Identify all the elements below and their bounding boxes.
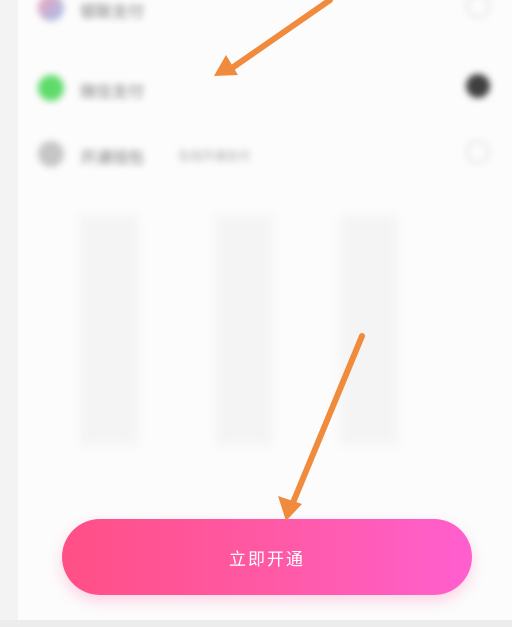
payment-option-unionpay[interactable]: 银联支付 [18,0,512,50]
payment-option-wechat[interactable]: 微信支付 [18,62,512,112]
open-now-button[interactable]: 立即开通 [62,519,472,595]
unionpay-icon [38,0,64,21]
blurred-block [80,215,138,445]
open-now-button-label: 立即开通 [229,549,305,570]
payment-option-sublabel: 在线开通支付 [178,149,251,163]
blurred-content-area [40,215,480,465]
payment-option-label: 银联支付 [80,2,145,21]
payment-option-label: 开通钱包 [80,148,145,167]
radio-button[interactable] [466,140,490,164]
bottom-edge [0,620,512,627]
payment-option-label: 微信支付 [80,82,145,101]
blurred-block [340,215,398,445]
wechat-pay-icon [38,75,64,101]
radio-button[interactable] [466,0,490,18]
blurred-block [215,215,273,445]
radio-button-selected[interactable] [466,74,490,98]
payment-option-wallet[interactable]: 开通钱包 在线开通支付 [18,128,512,178]
wallet-icon [38,141,64,167]
